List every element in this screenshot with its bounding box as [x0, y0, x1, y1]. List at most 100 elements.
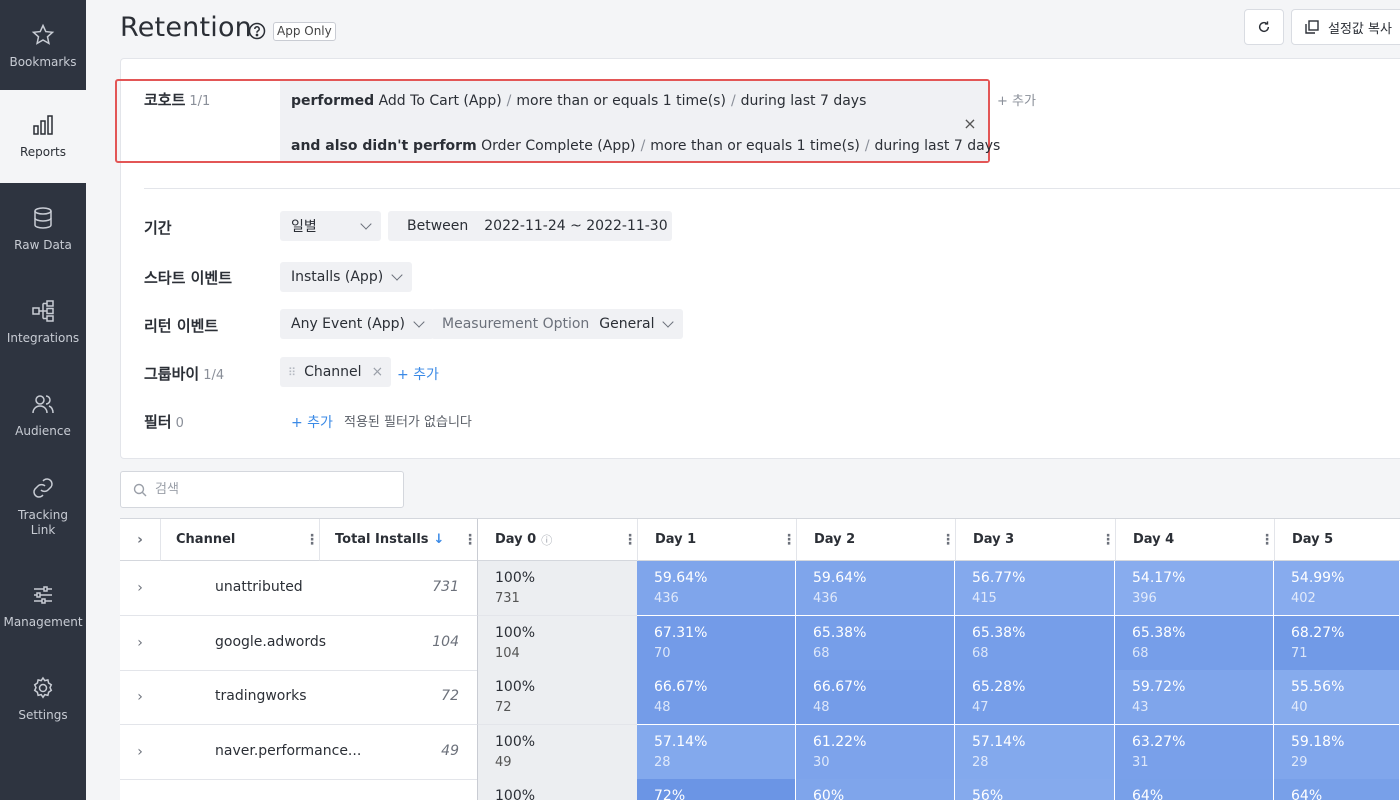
copy-settings-button[interactable]: 설정값 복사 — [1291, 9, 1400, 45]
search-box[interactable] — [120, 471, 404, 508]
drag-handle-icon[interactable]: ⠿ — [288, 366, 296, 379]
cohort-condition-1[interactable]: performed Add To Cart (App) / more than or… — [291, 93, 866, 109]
retention-cell-day-0[interactable]: 100% 49 — [477, 724, 637, 780]
retention-cell-day-3[interactable]: 56.77% 415 — [955, 561, 1115, 616]
retention-rate: 61.22% — [813, 733, 867, 750]
chip-close-icon[interactable]: × — [372, 364, 384, 380]
more-vertical-icon[interactable]: ⋮ — [1101, 533, 1115, 547]
database-icon — [34, 207, 52, 229]
search-input[interactable] — [155, 482, 395, 497]
retention-cell-day-1[interactable]: 66.67% 48 — [637, 670, 796, 726]
retention-cell-day-5[interactable]: 59.18% 29 — [1274, 724, 1400, 780]
column-header-day-2[interactable]: Day 2 ⋮ — [796, 519, 955, 561]
groupby-chip-label: Channel — [304, 364, 362, 380]
table-row[interactable]: google.adwords 104 — [160, 616, 477, 671]
retention-cell-day-5[interactable]: 55.56% 40 — [1274, 670, 1400, 726]
sidebar-item-management[interactable]: Management — [0, 560, 86, 653]
retention-cell-day-0[interactable]: 100% 72 — [477, 670, 637, 726]
sidebar-item-audience[interactable]: Audience — [0, 369, 86, 462]
retention-cell-day-3[interactable]: 57.14% 28 — [955, 724, 1115, 780]
retention-cell-day-2[interactable]: 60% — [796, 779, 955, 800]
retention-rate: 100% — [495, 570, 536, 586]
row-expand-toggle[interactable]: › — [120, 616, 160, 671]
cohort-add-button[interactable]: + 추가 — [997, 90, 1036, 109]
measurement-option-select[interactable]: Measurement Option General — [431, 309, 684, 339]
sidebar-item-tracking-link[interactable]: Tracking Link — [0, 460, 86, 553]
gear-icon — [33, 676, 53, 699]
date-range-picker[interactable]: Between 2022-11-24 ~ 2022-11-30 — [388, 211, 672, 241]
more-vertical-icon[interactable]: ⋮ — [463, 533, 477, 547]
expand-all-header[interactable]: › — [120, 519, 160, 561]
cohort-close-icon[interactable]: × — [962, 116, 978, 132]
retention-cell-day-0[interactable]: 100% 104 — [477, 615, 637, 671]
row-expand-toggle[interactable]: › — [120, 725, 160, 780]
retention-cell-day-4[interactable]: 63.27% 31 — [1115, 724, 1274, 780]
more-vertical-icon[interactable]: ⋮ — [305, 533, 319, 547]
column-header-day-5[interactable]: Day 5 — [1274, 519, 1400, 561]
period-unit-value: 일별 — [291, 219, 317, 235]
sidebar-item-raw-data[interactable]: Raw Data — [0, 183, 86, 276]
retention-cell-day-2[interactable]: 65.38% 68 — [796, 615, 955, 671]
retention-cell-day-4[interactable]: 64% — [1115, 779, 1274, 800]
total-installs: 731 — [432, 579, 459, 595]
column-header-day-3[interactable]: Day 3 ⋮ — [955, 519, 1115, 561]
retention-cell-day-1[interactable]: 57.14% 28 — [637, 724, 796, 780]
period-unit-select[interactable]: 일별 — [280, 211, 381, 241]
retention-cell-day-3[interactable]: 56% — [955, 779, 1115, 800]
more-vertical-icon[interactable]: ⋮ — [941, 533, 955, 547]
sidebar-item-settings[interactable]: Settings — [0, 653, 86, 746]
retention-cell-day-3[interactable]: 65.38% 68 — [955, 615, 1115, 671]
retention-cell-day-4[interactable]: 54.17% 396 — [1115, 561, 1274, 616]
retention-cell-day-1[interactable]: 72% — [637, 779, 796, 800]
column-header-day-4[interactable]: Day 4 ⋮ — [1115, 519, 1274, 561]
retention-cell-day-5[interactable]: 64% — [1274, 779, 1400, 800]
date-mode: Between — [407, 218, 469, 234]
retention-cell-day-1[interactable]: 67.31% 70 — [637, 615, 796, 671]
cohort-condition-2[interactable]: and also didn't perform Order Complete (… — [291, 138, 1000, 154]
table-row[interactable]: unattributed 731 — [160, 561, 477, 616]
retention-cell-day-3[interactable]: 65.28% 47 — [955, 670, 1115, 726]
retention-cell-day-4[interactable]: 59.72% 43 — [1115, 670, 1274, 726]
return-event-select[interactable]: Any Event (App) — [280, 309, 435, 339]
retained-users: 72 — [495, 700, 512, 716]
table-row[interactable] — [160, 779, 477, 800]
filter-count: 0 — [175, 416, 184, 431]
retention-cell-day-2[interactable]: 61.22% 30 — [796, 724, 955, 780]
retention-cell-day-4[interactable]: 65.38% 68 — [1115, 615, 1274, 671]
column-header-day-1[interactable]: Day 1 ⋮ — [637, 519, 796, 561]
table-row[interactable]: tradingworks 72 — [160, 670, 477, 726]
sidebar-item-reports[interactable]: Reports — [0, 90, 86, 183]
more-vertical-icon[interactable]: ⋮ — [623, 533, 637, 547]
retention-cell-day-5[interactable]: 68.27% 71 — [1274, 615, 1400, 671]
sort-desc-icon[interactable]: ↓ — [434, 532, 445, 547]
column-header-channel[interactable]: Channel ⋮ — [160, 519, 319, 561]
sidebar-item-integrations[interactable]: Integrations — [0, 276, 86, 369]
retention-cell-day-0[interactable]: 100% — [477, 779, 637, 800]
info-icon[interactable]: ⓘ — [541, 532, 552, 548]
retention-cell-day-1[interactable]: 59.64% 436 — [637, 561, 796, 616]
more-vertical-icon[interactable]: ⋮ — [1260, 533, 1274, 547]
retention-rate: 56% — [972, 788, 1004, 800]
row-expand-toggle[interactable]: › — [120, 779, 160, 800]
sidebar-item-bookmarks[interactable]: Bookmarks — [0, 0, 86, 93]
column-header-label: Day 5 — [1292, 532, 1334, 547]
groupby-add-button[interactable]: + 추가 — [397, 364, 439, 384]
groupby-chip-channel[interactable]: ⠿ Channel × — [280, 357, 392, 387]
retention-cell-day-2[interactable]: 66.67% 48 — [796, 670, 955, 726]
help-icon[interactable] — [248, 22, 266, 40]
sliders-icon — [34, 586, 52, 604]
refresh-button[interactable] — [1244, 9, 1284, 45]
retention-cell-day-0[interactable]: 100% 731 — [477, 561, 637, 616]
filter-add-button[interactable]: + 추가 — [291, 412, 333, 432]
column-header-day-0[interactable]: Day 0 ⓘ ⋮ — [477, 519, 637, 561]
row-expand-toggle[interactable]: › — [120, 561, 160, 616]
table-row[interactable]: naver.performance... 49 — [160, 725, 477, 780]
retention-cell-day-2[interactable]: 59.64% 436 — [796, 561, 955, 616]
column-header-total-installs[interactable]: Total Installs ↓ ⋮ — [319, 519, 477, 561]
start-event-select[interactable]: Installs (App) — [280, 262, 413, 292]
retention-cell-day-5[interactable]: 54.99% 402 — [1274, 561, 1400, 616]
row-expand-toggle[interactable]: › — [120, 670, 160, 726]
retention-rate: 100% — [495, 788, 536, 800]
more-vertical-icon[interactable]: ⋮ — [782, 533, 796, 547]
channel-name: unattributed — [215, 579, 303, 595]
